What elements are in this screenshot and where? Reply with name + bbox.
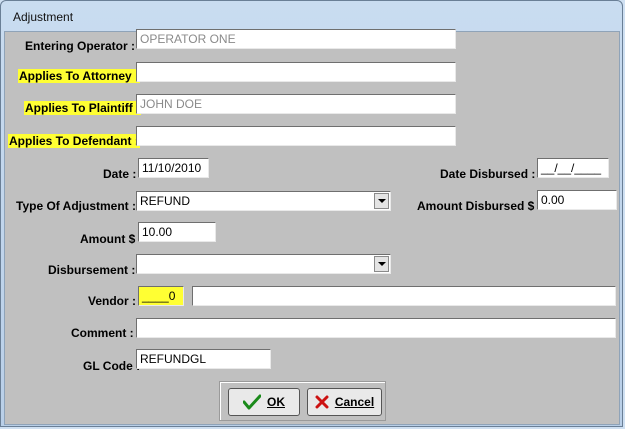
title-bar: Adjustment <box>1 1 622 31</box>
check-icon <box>243 394 261 410</box>
type-of-adjustment-value: REFUND <box>140 194 190 208</box>
ok-button-label: OK <box>267 395 285 409</box>
vendor-label: Vendor : <box>88 294 137 308</box>
amount-field[interactable]: 10.00 <box>138 222 216 242</box>
amount-disbursed-label: Amount Disbursed $ <box>417 199 535 213</box>
entering-operator-label: Entering Operator : <box>25 39 136 53</box>
disbursement-select[interactable] <box>136 254 391 274</box>
gl-code-field[interactable]: REFUNDGL <box>136 349 271 369</box>
date-disbursed-label: Date Disbursed : <box>440 167 536 181</box>
applies-to-plaintiff-field[interactable]: JOHN DOE <box>136 94 456 114</box>
x-icon <box>315 395 329 409</box>
gl-code-label: GL Code : <box>83 359 141 373</box>
date-disbursed-field[interactable]: __/__/____ <box>537 158 609 178</box>
chevron-down-icon[interactable] <box>374 193 389 209</box>
applies-to-attorney-label: Applies To Attorney : <box>18 69 140 83</box>
type-of-adjustment-label: Type Of Adjustment : <box>16 199 136 213</box>
cancel-button[interactable]: Cancel <box>307 388 382 416</box>
type-of-adjustment-select[interactable]: REFUND <box>136 191 391 211</box>
comment-field[interactable] <box>136 318 616 338</box>
date-field[interactable]: 11/10/2010 <box>138 158 209 178</box>
applies-to-attorney-field[interactable] <box>136 62 456 82</box>
vendor-code-field[interactable]: ____0 <box>138 286 184 306</box>
date-label: Date : <box>103 167 137 181</box>
vendor-name-field[interactable] <box>192 286 616 306</box>
comment-label: Comment : <box>71 326 134 340</box>
window-title: Adjustment <box>13 10 74 24</box>
chevron-down-icon[interactable] <box>374 256 389 272</box>
adjustment-window: Adjustment Entering Operator : OPERATOR … <box>0 0 623 427</box>
ok-button[interactable]: OK <box>228 388 300 416</box>
cancel-button-label: Cancel <box>334 395 375 409</box>
amount-disbursed-field[interactable]: 0.00 <box>537 190 617 210</box>
form-panel: Entering Operator : OPERATOR ONE Applies… <box>4 29 620 425</box>
amount-label: Amount $ <box>80 232 136 246</box>
disbursement-label: Disbursement : <box>48 263 136 277</box>
button-panel: OK Cancel <box>219 381 386 421</box>
applies-to-defendant-field[interactable] <box>136 126 456 146</box>
applies-to-defendant-label: Applies To Defendant : <box>8 134 140 148</box>
entering-operator-field[interactable]: OPERATOR ONE <box>136 29 456 49</box>
applies-to-plaintiff-label: Applies To Plaintiff : <box>24 101 142 115</box>
